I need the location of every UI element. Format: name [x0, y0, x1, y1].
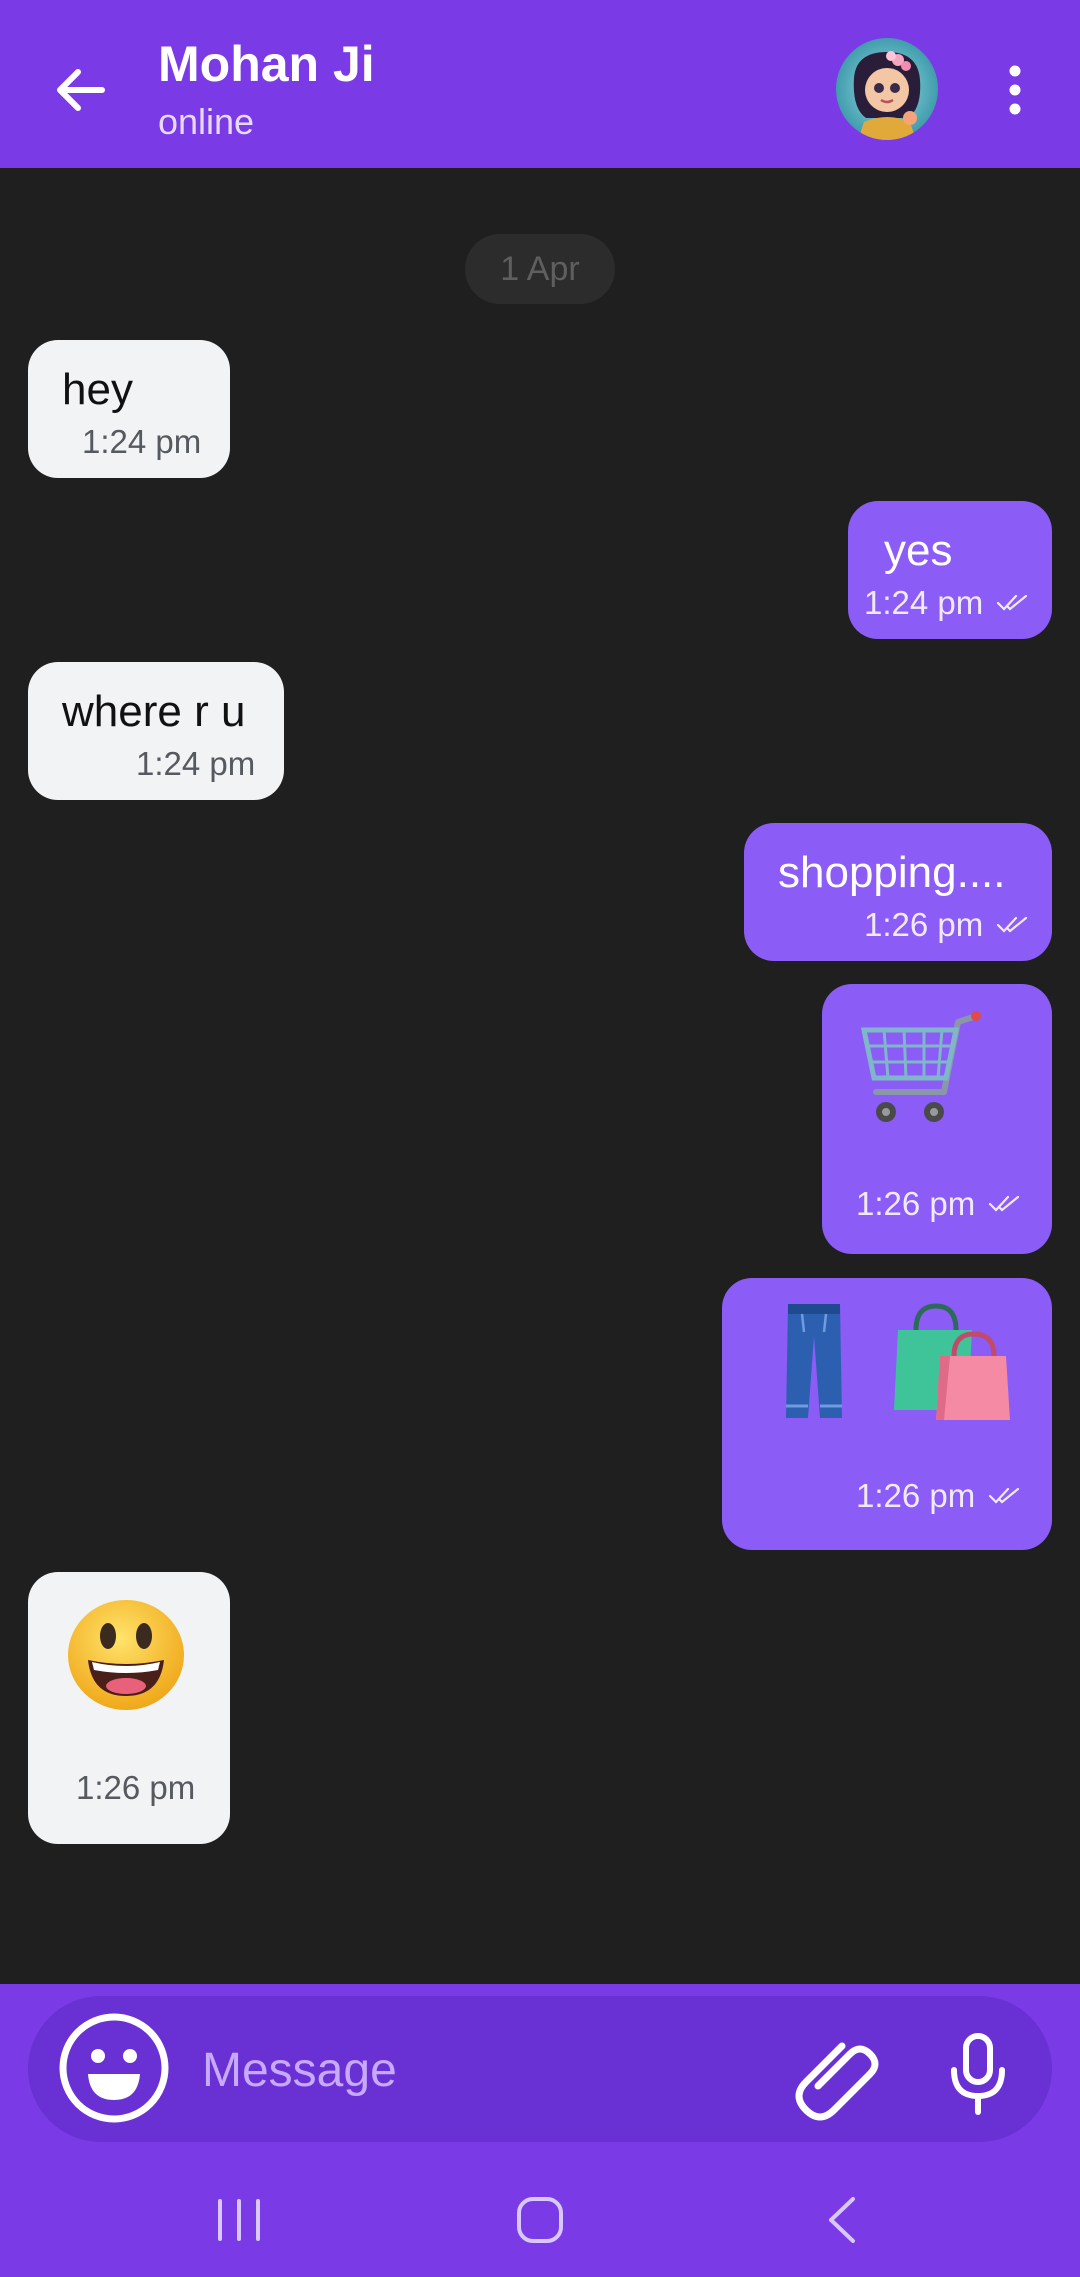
paperclip-icon — [795, 2042, 879, 2121]
jeans-emoji — [786, 1304, 842, 1418]
message-text: hey — [62, 365, 133, 414]
message-time: 1:26 pm — [864, 906, 984, 943]
more-options-button[interactable] — [990, 50, 1040, 130]
microphone-icon — [951, 2033, 1005, 2115]
microphone-button[interactable] — [938, 2024, 1018, 2124]
read-receipt-icon — [988, 1487, 1020, 1504]
message-text: yes — [884, 526, 953, 575]
message-bubble-incoming[interactable]: where r u 1:24 pm — [28, 662, 284, 800]
more-vertical-icon — [1009, 65, 1021, 115]
contact-avatar[interactable] — [836, 38, 938, 140]
message-time: 1:26 pm — [856, 1477, 976, 1514]
attach-button[interactable] — [788, 2024, 888, 2124]
composer-area — [0, 1984, 1080, 2277]
grinning-face-emoji — [68, 1600, 184, 1710]
recent-apps-button[interactable] — [194, 2180, 284, 2260]
message-text: shopping.... — [778, 848, 1006, 897]
home-icon — [517, 2197, 563, 2243]
emoji-button[interactable] — [58, 2012, 170, 2124]
nav-back-button[interactable] — [798, 2180, 888, 2260]
message-bubble-outgoing[interactable]: yes 1:24 pm — [848, 501, 1052, 639]
read-receipt-icon — [996, 916, 1028, 933]
shopping-cart-emoji — [860, 1011, 981, 1122]
recent-apps-icon — [218, 2199, 260, 2241]
message-input[interactable] — [200, 2034, 764, 2106]
message-bubble-incoming[interactable]: hey 1:24 pm — [28, 340, 230, 478]
system-navigation-bar — [0, 2160, 1080, 2277]
message-time: 1:26 pm — [76, 1769, 196, 1806]
message-time: 1:24 pm — [864, 584, 984, 621]
message-bubble-outgoing[interactable]: 1:26 pm — [822, 984, 1052, 1254]
avatar-image — [836, 38, 938, 140]
contact-name[interactable]: Mohan Ji — [158, 34, 375, 94]
contact-status: online — [158, 101, 255, 142]
message-bubble-outgoing[interactable]: shopping.... 1:26 pm — [744, 823, 1052, 961]
smiley-icon — [59, 2013, 169, 2123]
arrow-left-icon — [57, 69, 105, 111]
message-composer — [28, 1996, 1052, 2142]
back-icon — [829, 2197, 855, 2243]
chat-header: Mohan Ji online — [0, 0, 1080, 168]
shopping-bags-emoji — [894, 1303, 1010, 1420]
date-separator: 1 Apr — [465, 234, 615, 304]
read-receipt-icon — [988, 1195, 1020, 1212]
read-receipt-icon — [996, 594, 1028, 611]
message-time: 1:24 pm — [82, 423, 202, 460]
message-time: 1:24 pm — [136, 745, 256, 782]
back-button[interactable] — [40, 50, 120, 130]
home-button[interactable] — [495, 2180, 585, 2260]
message-text: where r u — [62, 687, 246, 736]
message-bubble-incoming[interactable]: 1:26 pm — [28, 1572, 230, 1844]
message-bubble-outgoing[interactable]: 1:26 pm — [722, 1278, 1052, 1550]
message-time: 1:26 pm — [856, 1185, 976, 1222]
